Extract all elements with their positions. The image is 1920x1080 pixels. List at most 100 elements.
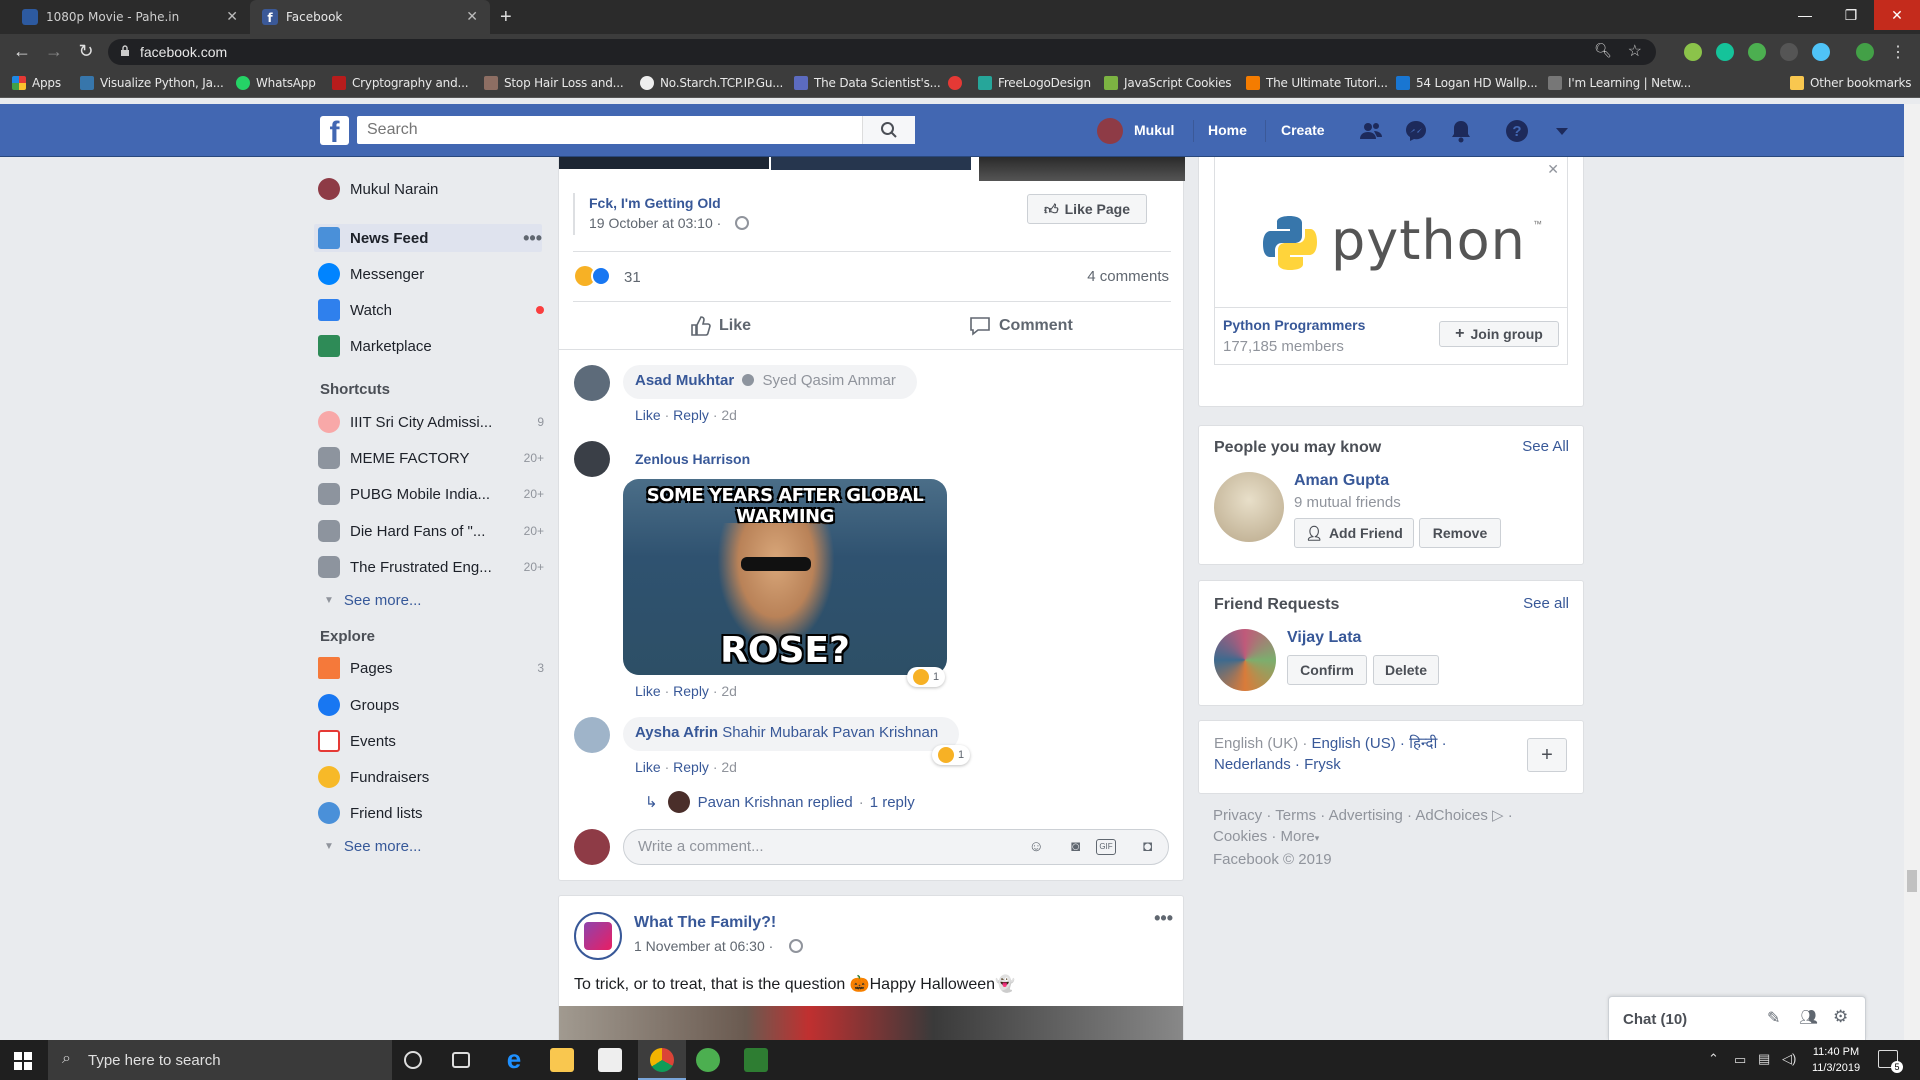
bookmark[interactable]: No.Starch.TCP.IP.Gu... <box>640 76 783 90</box>
comment-author[interactable]: Asad Mukhtar <box>635 372 734 389</box>
pycharm-icon[interactable] <box>744 1048 768 1072</box>
sidebar-item-fundraisers[interactable]: Fundraisers <box>318 763 544 791</box>
person-name-link[interactable]: Aman Gupta <box>1294 472 1389 490</box>
sidebar-item-watch[interactable]: Watch <box>318 296 544 324</box>
mutual-friends[interactable]: 9 mutual friends <box>1294 494 1401 511</box>
comment-author[interactable]: Aysha Afrin <box>635 724 718 741</box>
gif-icon[interactable]: GIF <box>1096 839 1116 855</box>
file-explorer-icon[interactable] <box>550 1048 574 1072</box>
comments-count[interactable]: 4 comments <box>1087 268 1169 285</box>
create-link[interactable]: Create <box>1281 122 1325 138</box>
language-link[interactable]: Frysk <box>1304 756 1341 773</box>
see-all-link[interactable]: See all <box>1523 595 1569 612</box>
comment-text[interactable]: Syed Qasim Ammar <box>763 372 896 389</box>
sticker-icon[interactable]: ◘ <box>1143 830 1152 864</box>
sidebar-item-messenger[interactable]: Messenger <box>318 260 544 288</box>
compose-icon[interactable]: ✎ <box>1767 1008 1780 1028</box>
language-link[interactable]: हिन्दी · <box>1409 735 1447 752</box>
comment-tagged-names[interactable]: Shahir Mubarak Pavan Krishnan <box>722 724 938 741</box>
volume-icon[interactable]: ◁) <box>1782 1051 1796 1067</box>
meme-image[interactable]: SOME YEARS AFTER GLOBAL WARMING ROSE? <box>623 479 947 675</box>
facebook-logo-icon[interactable]: f <box>320 116 349 145</box>
avatar[interactable] <box>574 365 610 401</box>
comment-like-link[interactable]: Like <box>635 759 661 775</box>
comment-time[interactable]: 2d <box>721 683 737 699</box>
comment-reaction[interactable]: 1 <box>932 745 971 765</box>
comment-like-link[interactable]: Like <box>635 407 661 423</box>
profile-avatar[interactable] <box>1856 43 1874 61</box>
bookmark[interactable]: Stop Hair Loss and... <box>484 76 624 90</box>
sidebar-item-events[interactable]: Events <box>318 727 544 755</box>
terms-link[interactable]: Terms · <box>1275 807 1325 824</box>
chat-bar[interactable]: Chat (10) ✎ 👥︎ ⚙ <box>1608 996 1866 1040</box>
shortcut-item[interactable]: IIIT Sri City Admissi... 9 <box>318 408 544 436</box>
bookmark[interactable]: The Data Scientist's... <box>794 76 941 90</box>
comment-reply-link[interactable]: Reply <box>673 683 709 699</box>
other-bookmarks[interactable]: Other bookmarks <box>1790 76 1912 90</box>
close-icon[interactable]: ✕ <box>226 9 238 25</box>
bookmark-apps[interactable]: Apps <box>12 76 61 90</box>
zoom-icon[interactable]: 🔍︎ <box>1594 42 1612 59</box>
sidebar-item-groups[interactable]: Groups <box>318 691 544 719</box>
store-icon[interactable] <box>598 1048 622 1072</box>
new-group-icon[interactable]: 👥︎ <box>1799 1008 1818 1026</box>
messenger-icon[interactable] <box>1403 118 1429 144</box>
comment-button[interactable]: Comment <box>969 315 1073 337</box>
extension-icon[interactable] <box>1812 43 1830 61</box>
advertising-link[interactable]: Advertising · <box>1329 807 1412 824</box>
telegram-icon[interactable] <box>696 1048 720 1072</box>
avatar[interactable] <box>1214 472 1284 542</box>
requester-name-link[interactable]: Vijay Lata <box>1287 629 1361 647</box>
grammarly-icon[interactable] <box>1716 43 1734 61</box>
reaction-count[interactable]: 31 <box>624 269 641 286</box>
chevron-up-icon[interactable]: ⌃ <box>1708 1051 1719 1067</box>
scrollbar-thumb[interactable] <box>1907 870 1917 892</box>
scrollbar-track[interactable] <box>1904 104 1920 1040</box>
group-name-link[interactable]: Python Programmers <box>1223 317 1365 333</box>
edge-icon[interactable]: e <box>502 1046 526 1072</box>
chat-label[interactable]: Chat (10) <box>1623 1011 1687 1028</box>
bookmark[interactable]: JavaScript Cookies <box>1104 76 1232 90</box>
help-icon[interactable]: ? <box>1504 118 1530 144</box>
see-all-link[interactable]: See All <box>1522 438 1569 455</box>
action-center-icon[interactable]: 5 <box>1878 1050 1903 1073</box>
see-more-explore[interactable]: ▼ See more... <box>320 838 421 855</box>
network-icon[interactable]: ▤ <box>1758 1051 1770 1067</box>
restore-icon[interactable]: ❐ <box>1828 0 1874 30</box>
battery-icon[interactable]: ▭ <box>1734 1052 1746 1068</box>
like-page-button[interactable]: 👍︎ Like Page <box>1027 194 1147 224</box>
comment-reply-link[interactable]: Reply <box>673 407 709 423</box>
page-name-link[interactable]: What The Family?! <box>634 914 776 932</box>
notifications-bell-icon[interactable] <box>1448 118 1474 144</box>
comment-reply-link[interactable]: Reply <box>673 759 709 775</box>
taskbar-search[interactable]: ⌕ Type here to search <box>48 1040 392 1080</box>
profile-link[interactable]: Mukul Narain <box>318 175 544 203</box>
more-options-icon[interactable]: ••• <box>523 228 542 249</box>
join-group-button[interactable]: + Join group <box>1439 321 1559 347</box>
minimize-icon[interactable]: — <box>1782 0 1828 30</box>
emoji-icon[interactable]: ☺ <box>1029 830 1044 864</box>
close-icon[interactable]: ✕ <box>1547 161 1559 178</box>
see-more-shortcuts[interactable]: ▼ See more... <box>320 592 421 609</box>
gear-icon[interactable]: ⚙ <box>1833 1007 1848 1027</box>
chrome-taskbar-button[interactable] <box>638 1040 686 1080</box>
view-replies[interactable]: ↳ Pavan Krishnan replied · 1 reply <box>645 791 915 813</box>
comment-like-link[interactable]: Like <box>635 683 661 699</box>
account-dropdown-icon[interactable] <box>1549 118 1575 144</box>
bookmark[interactable]: WhatsApp <box>236 76 316 90</box>
avatar[interactable] <box>1097 118 1123 144</box>
bookmark[interactable]: Cryptography and... <box>332 76 469 90</box>
search-input[interactable] <box>357 116 915 144</box>
avatar[interactable] <box>574 441 610 477</box>
avatar[interactable] <box>1214 629 1276 691</box>
menu-kebab-icon[interactable]: ⋮ <box>1890 42 1906 62</box>
home-link[interactable]: Home <box>1208 122 1247 138</box>
extension-icon[interactable] <box>1780 43 1798 61</box>
post-options-icon[interactable]: ••• <box>1154 908 1173 929</box>
adchoices-link[interactable]: AdChoices <box>1415 807 1488 824</box>
windows-start-icon[interactable] <box>14 1052 32 1070</box>
sidebar-item-marketplace[interactable]: Marketplace <box>318 332 544 360</box>
cookies-link[interactable]: Cookies · <box>1213 828 1276 845</box>
page-avatar[interactable] <box>574 912 622 960</box>
window-close-icon[interactable]: ✕ <box>1874 0 1920 30</box>
